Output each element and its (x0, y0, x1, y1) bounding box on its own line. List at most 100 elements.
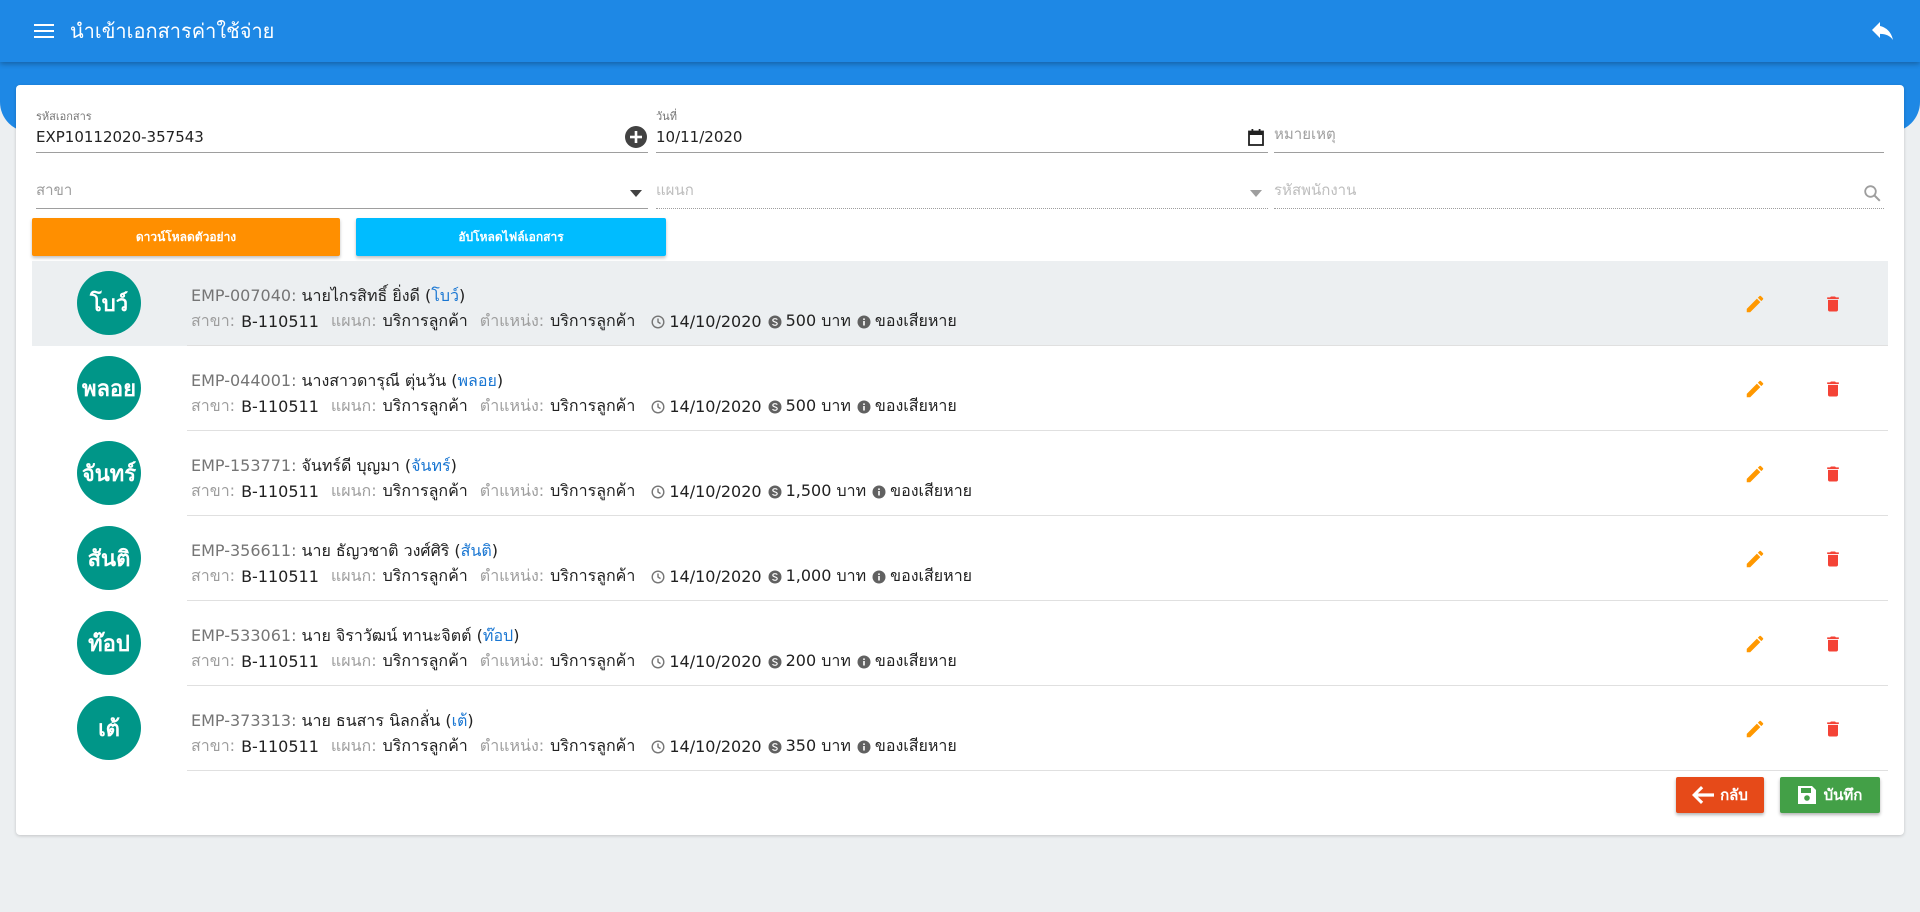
money-icon (768, 655, 782, 669)
employee-details: สาขา: B-110511 แผนก: บริการลูกค้า ตำแหน่ง: บร… (191, 309, 959, 334)
employee-details: สาขา: B-110511 แผนก: บริการลูกค้า ตำแหน่ง: บร… (191, 394, 959, 419)
edit-icon[interactable] (1742, 376, 1768, 402)
department-value: บริการลูกค้า (382, 736, 468, 755)
info-icon (857, 400, 871, 414)
amount-value: 1,500 บาท (785, 481, 867, 500)
employee-code-placeholder: รหัสพนักงาน (1274, 181, 1357, 199)
save-button-label: บันทึก (1823, 786, 1863, 804)
download-template-button[interactable]: ดาวน์โหลดตัวอย่าง (32, 218, 340, 256)
employee-details: สาขา: B-110511 แผนก: บริการลูกค้า ตำแหน่ง: บร… (191, 734, 959, 759)
dropdown-arrow-icon[interactable] (1244, 181, 1268, 205)
doc-code-value[interactable]: EXP10112020-357543 (36, 128, 204, 146)
employee-line: EMP-153771: จันทร์ดี บุญมา (จันทร์) (191, 456, 457, 475)
list-item[interactable]: เต้ EMP-373313: นาย ธนสาร นิลกลั่น (เต้) ส… (32, 686, 1888, 771)
avatar: พลอย (77, 356, 141, 420)
avatar: ท๊อป (77, 611, 141, 675)
doc-code-field[interactable]: รหัสเอกสาร EXP10112020-357543 (36, 107, 648, 153)
employee-nickname: สันติ (460, 541, 492, 560)
list-item[interactable]: ท๊อป EMP-533061: นาย จิราวัฒน์ ทานะจิตต์ … (32, 601, 1888, 686)
money-icon (768, 485, 782, 499)
delete-icon[interactable] (1820, 631, 1846, 657)
back-button-label: กลับ (1720, 786, 1748, 804)
search-icon[interactable] (1860, 181, 1884, 205)
clock-icon (651, 654, 665, 669)
employee-line: EMP-373313: นาย ธนสาร นิลกลั่น (เต้) (191, 711, 474, 730)
page-title: นำเข้าเอกสารค่าใช้จ่าย (70, 19, 275, 43)
clock-icon (651, 569, 665, 584)
upload-document-button[interactable]: อัปโหลดไฟล์เอกสาร (356, 218, 666, 256)
reply-icon[interactable] (1868, 17, 1898, 47)
back-button[interactable]: กลับ (1676, 777, 1764, 813)
avatar: สันติ (77, 526, 141, 590)
branch-label: สาขา: (191, 311, 236, 330)
info-icon (857, 740, 871, 754)
date-value: 14/10/2020 (669, 397, 762, 416)
delete-icon[interactable] (1820, 376, 1846, 402)
branch-value: B-110511 (241, 652, 319, 671)
delete-icon[interactable] (1820, 291, 1846, 317)
branch-label: สาขา: (191, 481, 236, 500)
employee-name: จันทร์ดี บุญมา (301, 456, 400, 475)
list-item[interactable]: จันทร์ EMP-153771: จันทร์ดี บุญมา (จันทร์… (32, 431, 1888, 516)
branch-placeholder: สาขา (36, 181, 73, 199)
money-icon (768, 400, 782, 414)
department-label: แผนก: (330, 481, 377, 500)
department-select[interactable]: แผนก (656, 161, 1268, 209)
branch-value: B-110511 (241, 312, 319, 331)
expense-list: โบว์ EMP-007040: นายไกรสิทธิ์ ยิ่งดี (โบว… (32, 261, 1888, 771)
list-item[interactable]: โบว์ EMP-007040: นายไกรสิทธิ์ ยิ่งดี (โบว… (32, 261, 1888, 346)
edit-icon[interactable] (1742, 716, 1768, 742)
employee-code: EMP-356611: (191, 541, 297, 560)
avatar: เต้ (77, 696, 141, 760)
employee-code: EMP-373313: (191, 711, 297, 730)
employee-nickname: พลอย (457, 371, 497, 390)
note-field[interactable]: หมายเหตุ (1274, 107, 1884, 153)
position-value: บริการลูกค้า (550, 396, 636, 415)
edit-icon[interactable] (1742, 461, 1768, 487)
list-item[interactable]: พลอย EMP-044001: นางสาวดารุณี ตุ่นวัน (พล… (32, 346, 1888, 431)
info-icon (857, 315, 871, 329)
doc-code-label: รหัสเอกสาร (36, 110, 92, 123)
list-item[interactable]: สันติ EMP-356611: นาย ธัญวชาติ วงศ์ศิริ (… (32, 516, 1888, 601)
employee-code: EMP-153771: (191, 456, 297, 475)
position-label: ตำแหน่ง: (479, 481, 545, 500)
employee-name: นางสาวดารุณี ตุ่นวัน (301, 371, 447, 390)
dropdown-arrow-icon[interactable] (624, 181, 648, 205)
delete-icon[interactable] (1820, 546, 1846, 572)
row-divider (187, 770, 1888, 771)
edit-icon[interactable] (1742, 546, 1768, 572)
amount-value: 350 บาท (785, 736, 851, 755)
form-card: รหัสเอกสาร EXP10112020-357543 วันที่ 10/… (16, 85, 1904, 835)
edit-icon[interactable] (1742, 631, 1768, 657)
employee-code: EMP-044001: (191, 371, 297, 390)
department-value: บริการลูกค้า (382, 566, 468, 585)
employee-details: สาขา: B-110511 แผนก: บริการลูกค้า ตำแหน่ง: บร… (191, 649, 959, 674)
branch-select[interactable]: สาขา (36, 161, 648, 209)
employee-nickname: เต้ (451, 711, 468, 730)
department-label: แผนก: (330, 311, 377, 330)
delete-icon[interactable] (1820, 716, 1846, 742)
employee-line: EMP-533061: นาย จิราวัฒน์ ทานะจิตต์ (ท๊อ… (191, 626, 520, 645)
date-value[interactable]: 10/11/2020 (656, 128, 742, 146)
info-icon (857, 655, 871, 669)
save-button[interactable]: บันทึก (1780, 777, 1880, 813)
note-placeholder: หมายเหตุ (1274, 125, 1336, 143)
date-value: 14/10/2020 (669, 312, 762, 331)
add-circle-icon[interactable] (624, 125, 648, 149)
delete-icon[interactable] (1820, 461, 1846, 487)
calendar-icon[interactable] (1244, 125, 1268, 149)
date-field[interactable]: วันที่ 10/11/2020 (656, 107, 1268, 153)
position-label: ตำแหน่ง: (479, 651, 545, 670)
reason-value: ของเสียหาย (890, 481, 973, 500)
department-value: บริการลูกค้า (382, 651, 468, 670)
employee-code: EMP-007040: (191, 286, 297, 305)
employee-name: นายไกรสิทธิ์ ยิ่งดี (301, 286, 420, 305)
department-label: แผนก: (330, 651, 377, 670)
edit-icon[interactable] (1742, 291, 1768, 317)
employee-code-search[interactable]: รหัสพนักงาน (1274, 161, 1884, 209)
branch-label: สาขา: (191, 651, 236, 670)
reason-value: ของเสียหาย (890, 566, 973, 585)
floppy-disk-icon (1797, 786, 1816, 804)
money-icon (768, 740, 782, 754)
menu-icon[interactable] (30, 17, 58, 45)
